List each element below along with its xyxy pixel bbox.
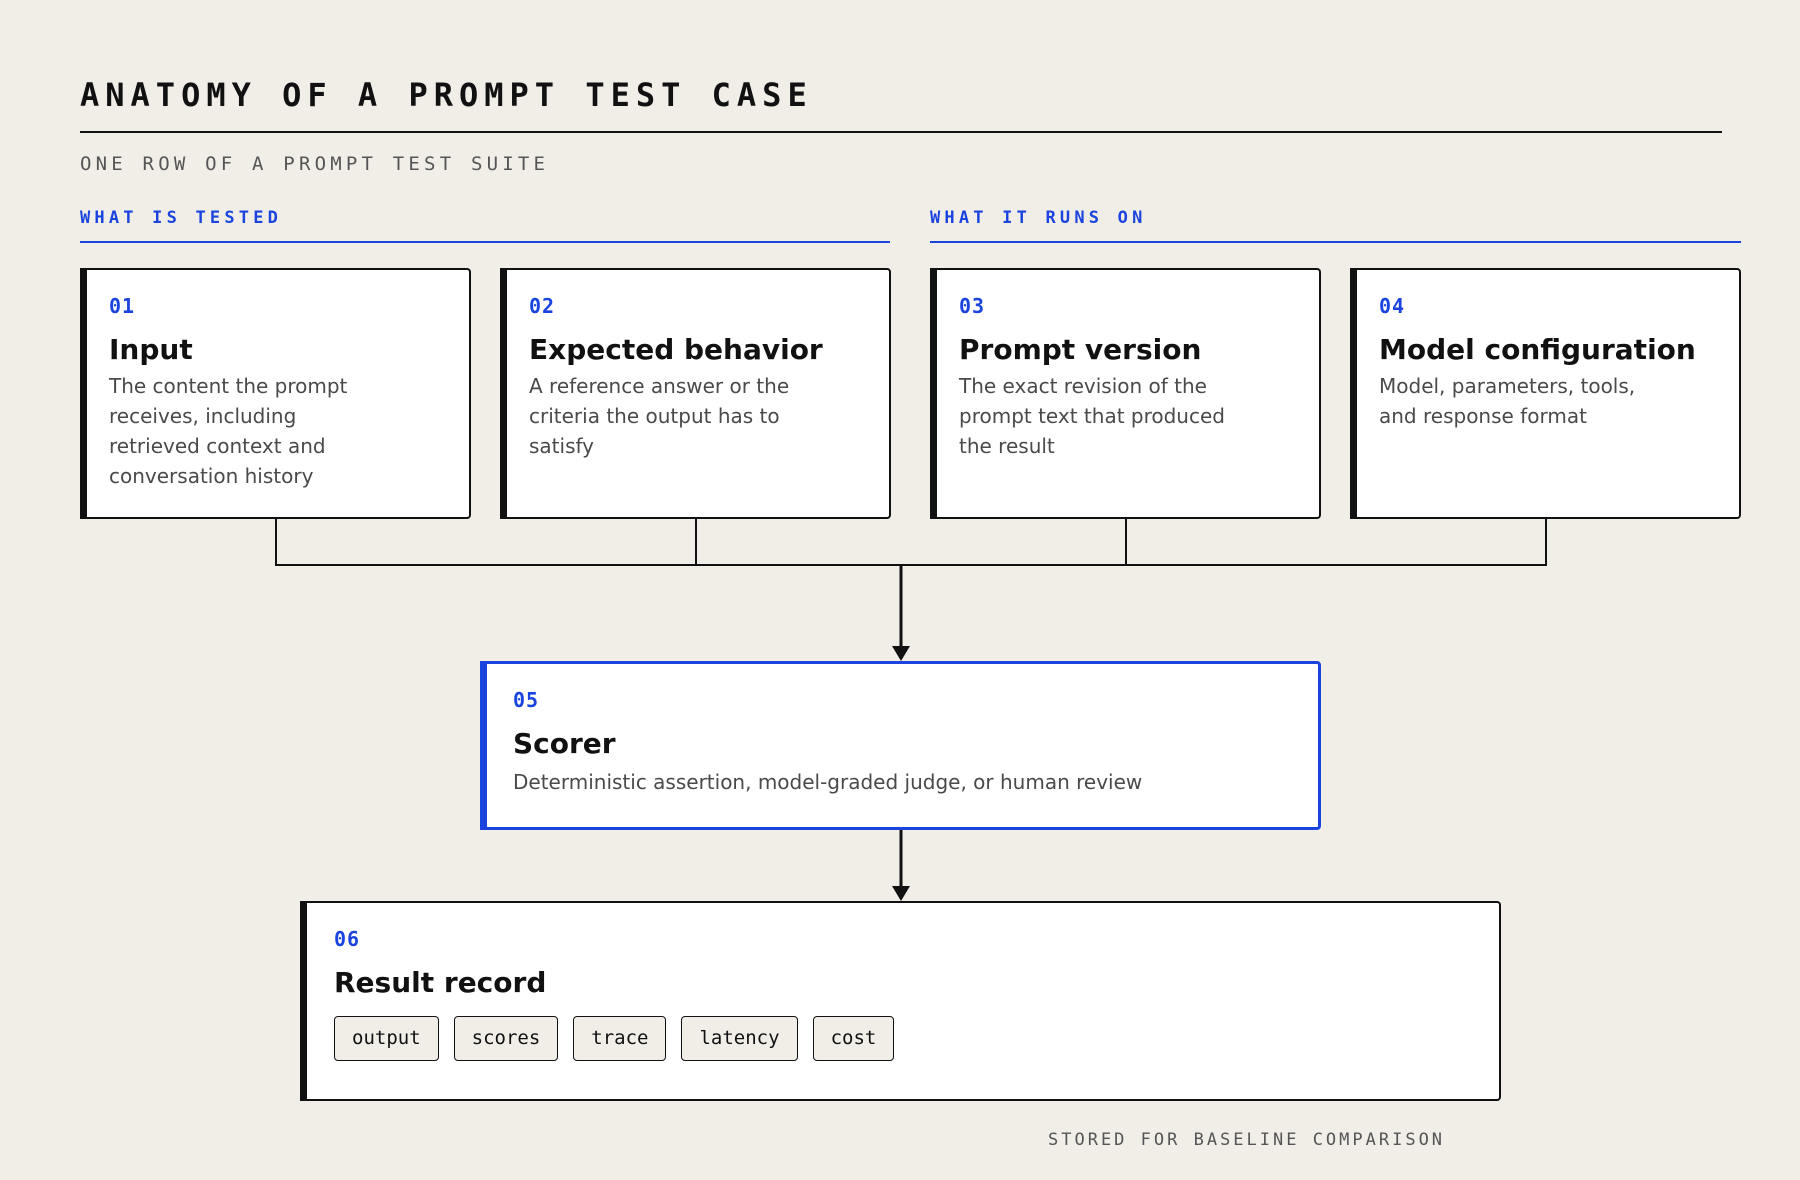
card-title: Input [109, 333, 193, 366]
arrowhead-scorer [892, 646, 910, 661]
card-description: The content the prompt receives, includi… [109, 373, 348, 488]
card-number: 06 [334, 927, 361, 951]
card-title: Expected behavior [529, 333, 823, 366]
card-title: Scorer [513, 727, 616, 760]
card-description: Deterministic assertion, model-graded ju… [513, 769, 1143, 794]
footer-note: STORED FOR BASELINE COMPARISON [1048, 1130, 1446, 1150]
result-chip-cost: cost [812, 1015, 895, 1061]
card-description: A reference answer or the criteria the o… [529, 373, 790, 458]
card-number: 02 [529, 294, 556, 318]
card-number: 01 [109, 294, 136, 318]
result-chip-latency: latency [681, 1015, 798, 1061]
card-title: Result record [334, 966, 547, 999]
card-input: 01 Input The content the prompt receives… [80, 268, 471, 519]
card-title: Prompt version [959, 333, 1202, 366]
arrowhead-result [892, 886, 910, 901]
card-description: The exact revision of the prompt text th… [959, 373, 1225, 458]
card-scorer: 05 Scorer Deterministic assertion, model… [480, 661, 1321, 830]
card-expected-behavior: 02 Expected behavior A reference answer … [500, 268, 891, 519]
result-chip-scores: scores [453, 1015, 559, 1061]
card-number: 04 [1379, 294, 1406, 318]
result-fields: output scores trace latency cost [334, 1015, 1477, 1061]
result-chip-output: output [334, 1015, 439, 1061]
card-prompt-version: 03 Prompt version The exact revision of … [930, 268, 1321, 519]
card-model-configuration: 04 Model configuration Model, parameters… [1350, 268, 1741, 519]
card-title: Model configuration [1379, 333, 1696, 366]
card-result-record: 06 Result record output scores trace lat… [300, 901, 1501, 1101]
card-description: Model, parameters, tools, and response f… [1379, 373, 1636, 428]
card-number: 03 [959, 294, 986, 318]
result-chip-trace: trace [573, 1015, 667, 1061]
card-number: 05 [513, 688, 540, 712]
diagram-canvas: ANATOMY OF A PROMPT TEST CASE ONE ROW OF… [0, 0, 1800, 1180]
